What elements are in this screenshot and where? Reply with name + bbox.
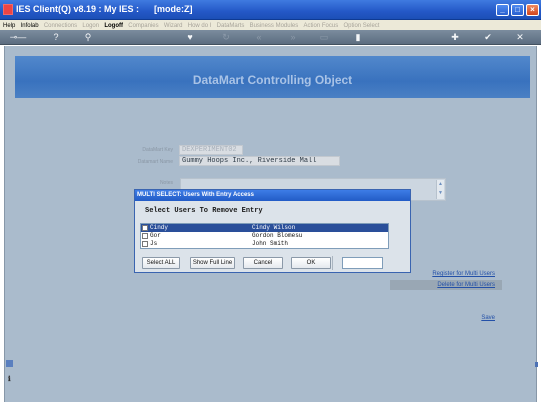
window-title: IES Client(Q) v8.19 : My IES : [mode:Z] <box>16 4 193 14</box>
save-link[interactable]: Save <box>455 315 495 321</box>
close-window-button[interactable]: × <box>526 4 539 16</box>
side-icon <box>6 360 13 367</box>
dialog-heading: Select Users To Remove Entry <box>145 207 263 215</box>
help-icon[interactable]: ? <box>50 32 62 43</box>
user-name: Gordon Blomesu <box>252 232 303 239</box>
ok-button[interactable]: OK <box>291 257 331 269</box>
dialog-input[interactable] <box>342 257 383 269</box>
refresh-icon: ↻ <box>222 32 230 42</box>
menu-bar: Help Infolab Connections Logon Logoff Co… <box>0 20 541 30</box>
scroll-marker <box>535 362 538 367</box>
minimize-button[interactable]: _ <box>496 4 509 16</box>
add-icon[interactable]: ✚ <box>449 32 461 43</box>
clipboard-icon[interactable]: ▮ <box>352 32 364 43</box>
app-icon <box>3 4 13 15</box>
user-list[interactable]: Cindy Cindy Wilson Gor Gordon Blomesu Js… <box>140 223 389 249</box>
notes-scrollbar[interactable]: ▲ ▼ <box>436 180 444 199</box>
row-checkbox[interactable] <box>142 225 148 231</box>
list-item[interactable]: Js John Smith <box>141 240 388 248</box>
maximize-button[interactable]: □ <box>511 4 524 16</box>
page-icon: ▭ <box>319 32 329 42</box>
key-icon[interactable]: ⊸— <box>6 32 30 43</box>
list-item[interactable]: Cindy Cindy Wilson <box>141 224 388 232</box>
title-bar: IES Client(Q) v8.19 : My IES : [mode:Z] … <box>0 0 541 20</box>
user-code: Js <box>150 240 158 247</box>
check-icon[interactable]: ✔ <box>482 32 494 43</box>
row-checkbox[interactable] <box>142 233 148 239</box>
toolbar: ⊸— ? ⚲ ♥ ↻ « » ▭ ▮ ✚ ✔ ✕ <box>0 30 541 45</box>
forward-icon: » <box>290 32 296 42</box>
header-banner: DataMart Controlling Object <box>15 56 530 98</box>
user-name: Cindy Wilson <box>252 224 296 231</box>
cancel-button[interactable]: Cancel <box>243 257 283 269</box>
user-code: Cindy <box>150 224 169 231</box>
datamart-key-label: DataMart Key <box>142 147 173 153</box>
user-name: John Smith <box>252 240 289 247</box>
row-checkbox[interactable] <box>142 241 148 247</box>
datamart-key-field[interactable]: DEXPERIMENT02 <box>179 145 243 155</box>
datamart-name-field[interactable]: Gummy Hoops Inc., Riverside Mall <box>179 156 340 166</box>
delete-multi-users-link[interactable]: Delete for Multi Users <box>395 282 495 288</box>
select-all-button[interactable]: Select ALL <box>142 257 180 269</box>
show-full-line-button[interactable]: Show Full Line <box>190 257 235 269</box>
close-icon[interactable]: ✕ <box>514 32 526 43</box>
list-item[interactable]: Gor Gordon Blomesu <box>141 232 388 240</box>
search-icon[interactable]: ⚲ <box>82 32 94 43</box>
user-code: Gor <box>150 232 161 239</box>
page-title: DataMart Controlling Object <box>192 73 353 87</box>
multi-select-dialog: MULTI SELECT: Users With Entry Access Se… <box>134 189 411 273</box>
info-icon: ℹ <box>8 376 11 383</box>
button-separator <box>332 256 333 270</box>
heart-icon[interactable]: ♥ <box>184 32 196 43</box>
notes-label: Notes <box>159 180 173 186</box>
datamart-name-label: Datamart Name <box>137 159 173 165</box>
dialog-title: MULTI SELECT: Users With Entry Access <box>135 190 410 201</box>
back-icon: « <box>256 32 262 42</box>
